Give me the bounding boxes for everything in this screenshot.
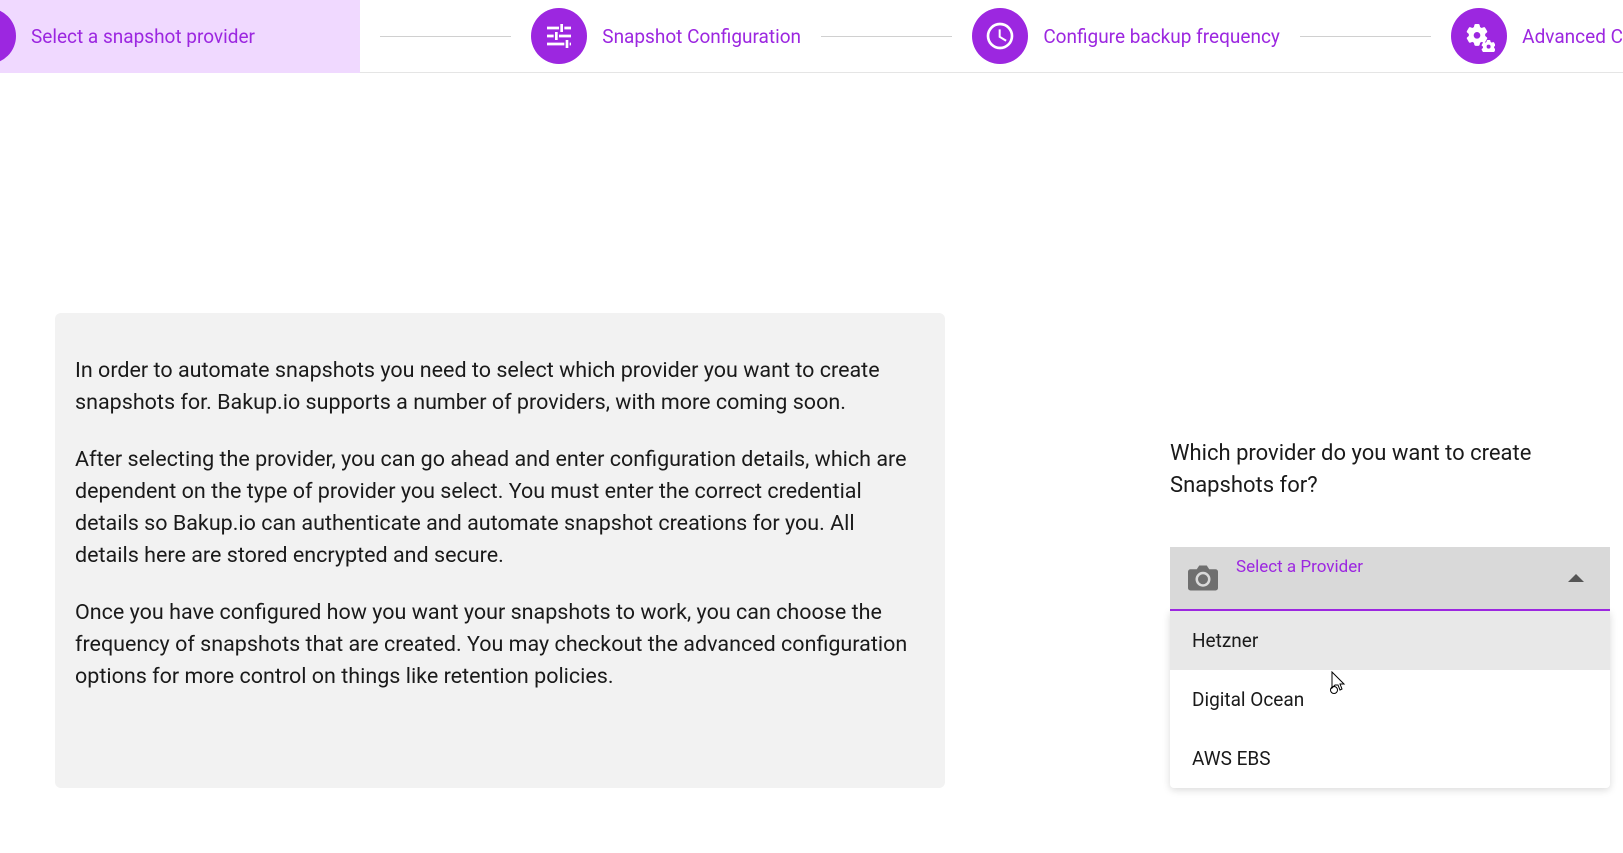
- provider-selector-panel: Which provider do you want to create Sna…: [1170, 313, 1610, 788]
- step-backup-frequency[interactable]: Configure backup frequency: [972, 0, 1280, 73]
- step-advanced[interactable]: Advanced C: [1451, 0, 1623, 73]
- step-label: Advanced C: [1522, 25, 1623, 48]
- provider-select[interactable]: Select a Provider: [1170, 547, 1610, 611]
- step-select-provider[interactable]: Select a snapshot provider: [0, 0, 360, 73]
- sliders-icon: [0, 20, 4, 52]
- provider-option-awsebs[interactable]: AWS EBS: [1170, 729, 1610, 788]
- step-icon-wrap: [531, 8, 587, 64]
- step-label: Configure backup frequency: [1043, 25, 1280, 48]
- camera-icon: [1188, 565, 1218, 591]
- provider-dropdown: Hetzner Digital Ocean AWS EBS: [1170, 611, 1610, 788]
- info-paragraph-3: Once you have configured how you want yo…: [75, 597, 915, 694]
- info-paragraph-1: In order to automate snapshots you need …: [75, 355, 915, 420]
- step-label: Snapshot Configuration: [602, 25, 801, 48]
- main-content: In order to automate snapshots you need …: [0, 73, 1623, 788]
- step-connector: [821, 36, 952, 37]
- info-panel: In order to automate snapshots you need …: [55, 313, 945, 788]
- gears-icon: [1463, 20, 1495, 52]
- select-placeholder: Select a Provider: [1236, 557, 1363, 577]
- wizard-stepper: Select a snapshot provider Snapshot Conf…: [0, 0, 1623, 73]
- provider-option-hetzner[interactable]: Hetzner: [1170, 611, 1610, 670]
- step-connector: [1300, 36, 1431, 37]
- step-connector: [380, 36, 511, 37]
- info-paragraph-2: After selecting the provider, you can go…: [75, 444, 915, 573]
- step-icon-wrap: [972, 8, 1028, 64]
- step-snapshot-config[interactable]: Snapshot Configuration: [531, 0, 801, 73]
- clock-icon: [984, 20, 1016, 52]
- step-label: Select a snapshot provider: [31, 25, 255, 48]
- provider-option-digitalocean[interactable]: Digital Ocean: [1170, 670, 1610, 729]
- step-icon-wrap: [1451, 8, 1507, 64]
- sliders-icon: [543, 20, 575, 52]
- step-icon-wrap: [0, 8, 16, 64]
- provider-question: Which provider do you want to create Sna…: [1170, 438, 1610, 502]
- chevron-up-icon: [1568, 574, 1584, 582]
